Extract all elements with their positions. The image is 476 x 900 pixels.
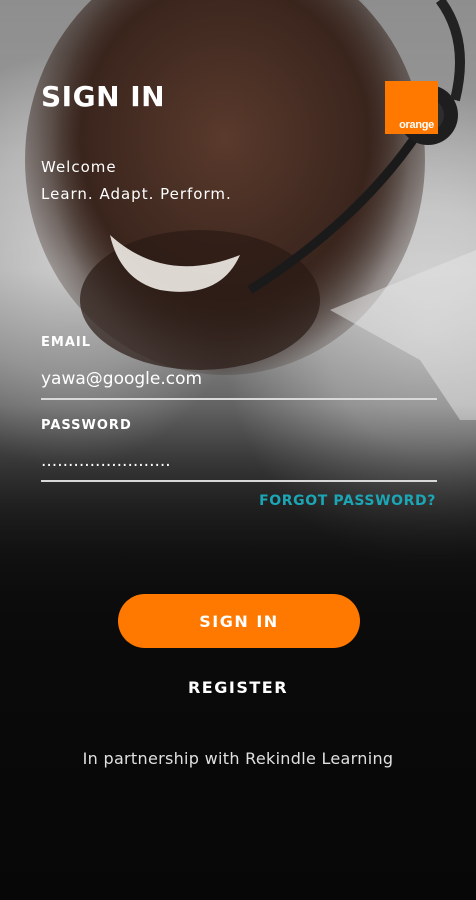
welcome-text: Welcome Learn. Adapt. Perform. <box>41 154 232 208</box>
password-field[interactable] <box>41 448 437 482</box>
email-label: EMAIL <box>41 335 91 350</box>
password-label: PASSWORD <box>41 418 132 433</box>
sign-in-screen: SIGN IN orange Welcome Learn. Adapt. Per… <box>0 0 476 900</box>
welcome-line: Welcome <box>41 158 117 176</box>
forgot-password-link[interactable]: FORGOT PASSWORD? <box>259 493 436 509</box>
register-button[interactable]: REGISTER <box>150 672 326 702</box>
logo-text: orange <box>399 119 434 131</box>
partnership-text: In partnership with Rekindle Learning <box>82 749 394 768</box>
orange-logo: orange <box>385 81 438 134</box>
tagline: Learn. Adapt. Perform. <box>41 185 232 203</box>
sign-in-button[interactable]: SIGN IN <box>118 594 360 648</box>
email-field[interactable] <box>41 366 437 400</box>
page-title: SIGN IN <box>41 80 166 113</box>
